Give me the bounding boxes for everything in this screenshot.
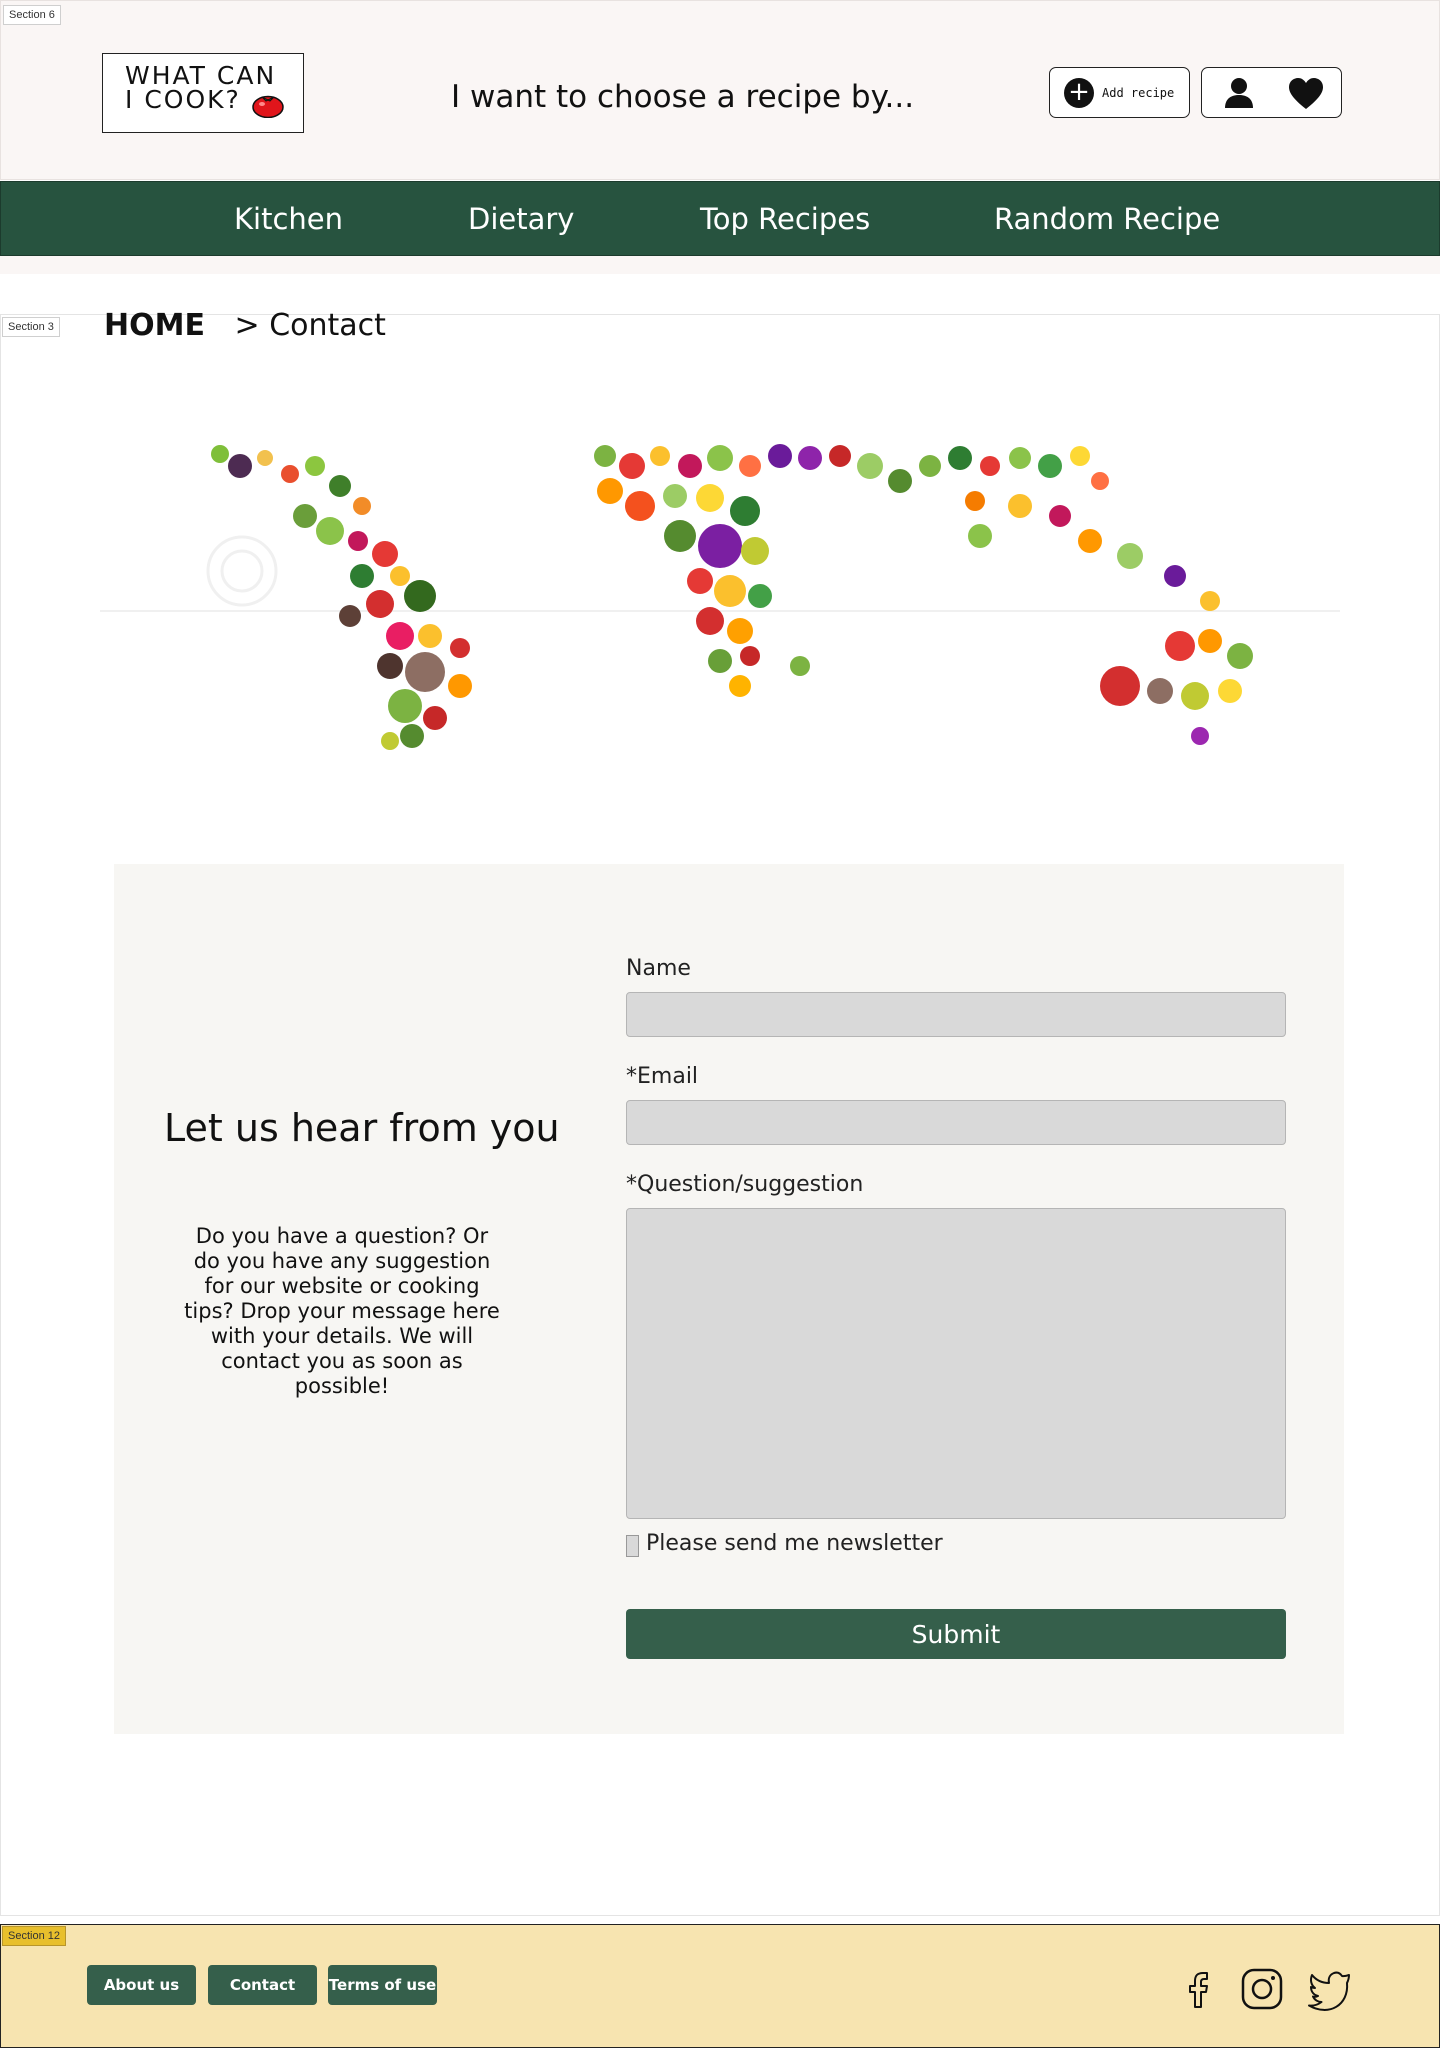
- twitter-icon[interactable]: [1305, 1965, 1353, 2013]
- facebook-icon[interactable]: [1175, 1965, 1223, 2013]
- question-label: *Question/suggestion: [626, 1172, 864, 1197]
- contact-heading: Let us hear from you: [164, 1106, 560, 1150]
- contact-description: Do you have a question? Or do you have a…: [184, 1224, 500, 1398]
- email-field[interactable]: [626, 1100, 1286, 1145]
- footer-contact-link[interactable]: Contact: [208, 1965, 317, 2005]
- section-tag-header: Section 6: [3, 5, 61, 25]
- breadcrumb: HOME > Contact: [104, 308, 386, 343]
- south-america-cluster: [377, 622, 472, 750]
- name-field[interactable]: [626, 992, 1286, 1037]
- breadcrumb-current: Contact: [269, 308, 386, 343]
- europe-africa-cluster: [594, 444, 810, 697]
- instagram-icon[interactable]: [1238, 1965, 1286, 2013]
- asia-cluster: [798, 445, 1220, 611]
- site-logo[interactable]: WHAT CAN I COOK?: [102, 53, 304, 133]
- name-label: Name: [626, 956, 691, 981]
- australia-cluster: [1100, 629, 1253, 745]
- breadcrumb-separator: >: [234, 308, 260, 343]
- main-nav: Kitchen Dietary Top Recipes Random Recip…: [0, 181, 1440, 256]
- section-tag-main: Section 3: [2, 317, 60, 337]
- world-map-produce-image: [100, 444, 1340, 750]
- email-label: *Email: [626, 1064, 699, 1089]
- site-header: Section 6 WHAT CAN I COOK? I want to cho…: [0, 0, 1440, 180]
- add-recipe-button[interactable]: + Add recipe: [1049, 67, 1190, 118]
- question-textarea[interactable]: [626, 1208, 1286, 1519]
- user-icon[interactable]: [1222, 76, 1256, 110]
- site-footer: Section 12 About us Contact Terms of use: [0, 1924, 1440, 2048]
- account-button-group: [1201, 67, 1342, 118]
- nav-item-random-recipe[interactable]: Random Recipe: [994, 202, 1220, 236]
- newsletter-label: Please send me newsletter: [646, 1531, 943, 1556]
- nav-item-kitchen[interactable]: Kitchen: [234, 202, 343, 236]
- add-recipe-label: Add recipe: [1102, 85, 1175, 100]
- plus-circle-icon: +: [1064, 77, 1094, 108]
- section-tag-footer: Section 12: [2, 1926, 66, 1946]
- heart-icon[interactable]: [1288, 77, 1324, 111]
- submit-button[interactable]: Submit: [626, 1609, 1286, 1659]
- tomato-icon: [252, 95, 284, 118]
- footer-about-us-link[interactable]: About us: [87, 1965, 196, 2005]
- footer-terms-link[interactable]: Terms of use: [328, 1965, 437, 2005]
- nav-item-top-recipes[interactable]: Top Recipes: [700, 202, 870, 236]
- newsletter-checkbox[interactable]: [626, 1535, 639, 1557]
- breadcrumb-home-link[interactable]: HOME: [104, 308, 205, 343]
- nav-spacer: [0, 256, 1440, 274]
- page-tagline: I want to choose a recipe by...: [451, 79, 915, 115]
- nav-item-dietary[interactable]: Dietary: [468, 202, 574, 236]
